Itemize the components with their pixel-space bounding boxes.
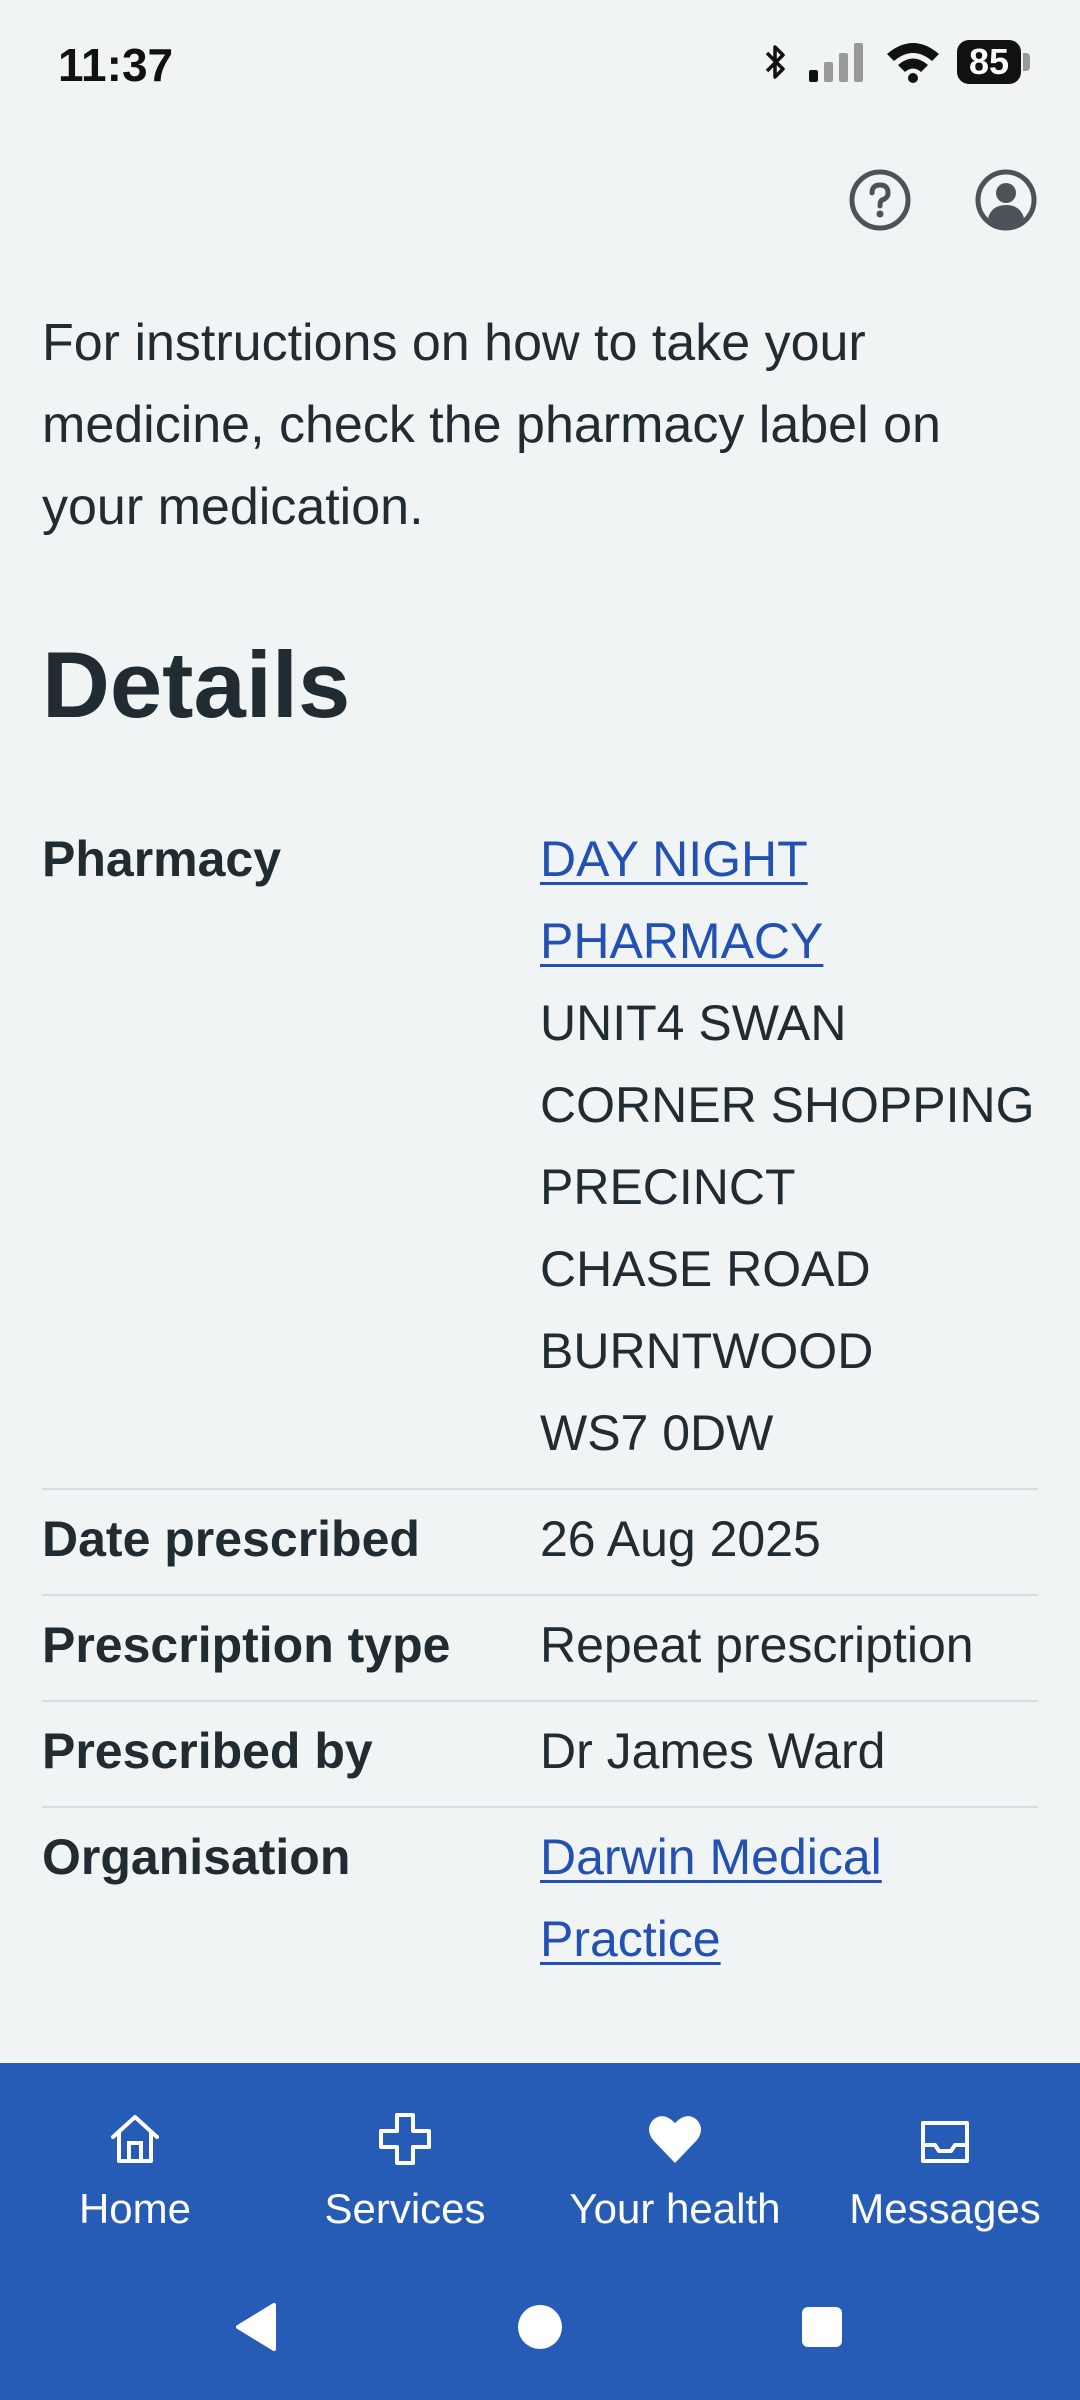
prescribed-by-row: Prescribed by Dr James Ward (42, 1702, 1038, 1808)
details-list: Pharmacy DAY NIGHT PHARMACY UNIT4 SWAN C… (42, 810, 1038, 1994)
header-actions (848, 168, 1038, 232)
prescribed-by-label: Prescribed by (42, 1723, 373, 1779)
help-icon[interactable] (848, 168, 912, 232)
bottom-navigation: Home Services Your health Messages (0, 2063, 1080, 2400)
bottom-nav-items: Home Services Your health Messages (0, 2063, 1080, 2263)
prescription-type-label: Prescription type (42, 1617, 451, 1673)
prescribed-by-value: Dr James Ward (540, 1723, 886, 1779)
bluetooth-icon (765, 45, 785, 79)
nav-services-label: Services (324, 2185, 486, 2232)
wifi-icon (886, 43, 939, 83)
plus-icon (379, 2113, 431, 2165)
organisation-value: Darwin Medical Practice (540, 1816, 1038, 1980)
prescription-type-row: Prescription type Repeat prescription (42, 1596, 1038, 1702)
pharmacy-address-line: CORNER SHOPPING (540, 1077, 1035, 1133)
system-navigation (0, 2263, 1080, 2400)
pharmacy-address-line: WS7 0DW (540, 1405, 774, 1461)
signal-icon (808, 43, 863, 82)
account-icon[interactable] (974, 168, 1038, 232)
prescription-type-value: Repeat prescription (540, 1617, 974, 1673)
pharmacy-name-line2: PHARMACY (540, 913, 824, 969)
recents-icon[interactable] (796, 2301, 848, 2353)
nav-home-label: Home (78, 2185, 192, 2232)
heart-icon (649, 2116, 701, 2163)
details-title: Details (42, 632, 351, 737)
intro-text: For instructions on how to take your med… (42, 314, 941, 536)
inbox-icon (921, 2121, 969, 2163)
pharmacy-value: DAY NIGHT PHARMACY UNIT4 SWAN CORNER SHO… (540, 818, 1038, 1474)
pharmacy-address-line: PRECINCT (540, 1159, 796, 1215)
pharmacy-label: Pharmacy (42, 831, 282, 887)
battery-tip (1023, 53, 1030, 71)
home-icon (111, 2115, 159, 2163)
organisation-link[interactable]: Darwin Medical Practice (540, 1816, 1038, 1980)
status-icons: 85 (761, 40, 1030, 84)
nav-messages[interactable]: Messages (810, 2063, 1080, 2263)
status-time: 11:37 (58, 39, 174, 91)
pharmacy-link[interactable]: DAY NIGHT PHARMACY (540, 818, 1038, 982)
pharmacy-address-line: BURNTWOOD (540, 1323, 874, 1379)
battery-icon: 85 (956, 40, 1030, 84)
home-circle-icon[interactable] (514, 2301, 566, 2353)
pharmacy-name-line1: DAY NIGHT (540, 831, 808, 887)
pharmacy-address-line: UNIT4 SWAN (540, 995, 847, 1051)
status-bar: 11:37 85 (0, 0, 1080, 130)
nav-services[interactable]: Services (270, 2063, 540, 2263)
organisation-label: Organisation (42, 1829, 351, 1885)
back-icon[interactable] (232, 2301, 284, 2353)
nav-your-health-label: Your health (569, 2185, 781, 2232)
nav-messages-label: Messages (849, 2185, 1041, 2232)
date-prescribed-label: Date prescribed (42, 1511, 420, 1567)
battery-level: 85 (956, 40, 1021, 84)
date-prescribed-row: Date prescribed 26 Aug 2025 (42, 1490, 1038, 1596)
nav-home[interactable]: Home (0, 2063, 270, 2263)
organisation-name-line1: Darwin Medical (540, 1829, 882, 1885)
organisation-name-line2: Practice (540, 1911, 721, 1967)
date-prescribed-value: 26 Aug 2025 (540, 1511, 821, 1567)
nav-your-health[interactable]: Your health (540, 2063, 810, 2263)
pharmacy-address-line: CHASE ROAD (540, 1241, 871, 1297)
pharmacy-row: Pharmacy DAY NIGHT PHARMACY UNIT4 SWAN C… (42, 810, 1038, 1490)
organisation-row: Organisation Darwin Medical Practice (42, 1808, 1038, 1994)
